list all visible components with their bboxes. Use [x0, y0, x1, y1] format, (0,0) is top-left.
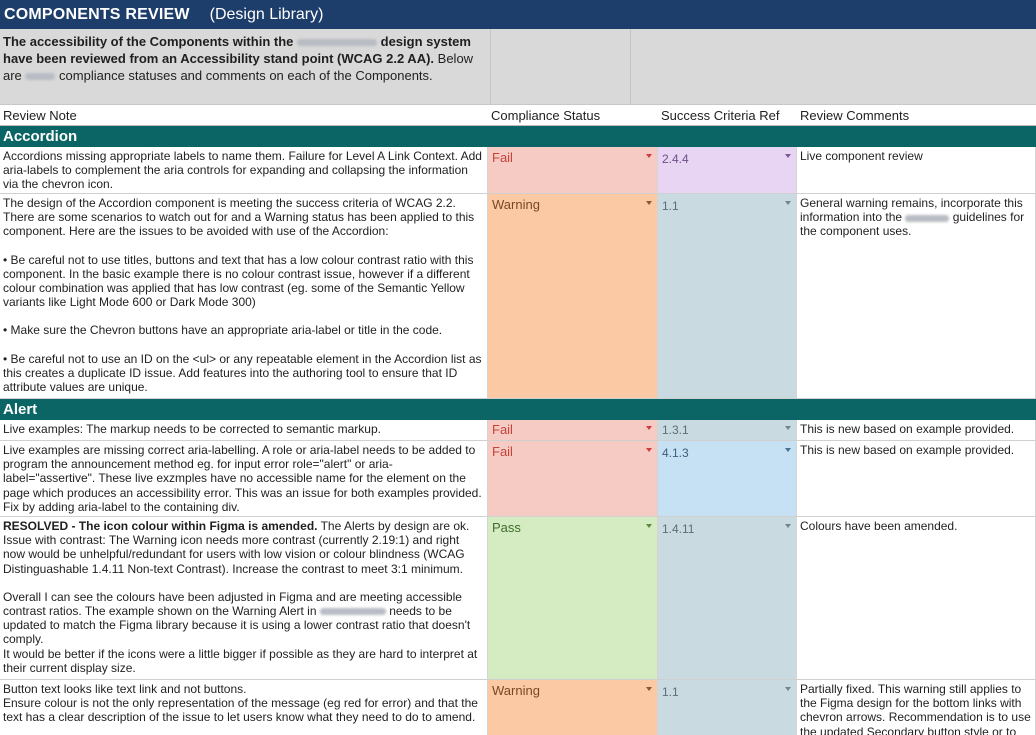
review-note-cell[interactable]: RESOLVED - The icon colour within Figma … — [0, 517, 488, 679]
note-paragraph: RESOLVED - The icon colour within Figma … — [3, 519, 484, 533]
dropdown-arrow-icon[interactable] — [646, 524, 652, 528]
review-note-cell[interactable]: The design of the Accordion component is… — [0, 194, 488, 398]
compliance-status-dropdown[interactable]: Warning — [488, 680, 658, 735]
intro-row: The accessibility of the Components with… — [0, 29, 1036, 105]
review-note-cell[interactable]: Accordions missing appropriate labels to… — [0, 147, 488, 193]
dropdown-arrow-icon[interactable] — [785, 687, 791, 691]
table-row: Accordions missing appropriate labels to… — [0, 147, 1036, 194]
dropdown-arrow-icon[interactable] — [785, 524, 791, 528]
dropdown-arrow-icon[interactable] — [646, 426, 652, 430]
review-comment-cell[interactable]: Partially fixed. This warning still appl… — [797, 680, 1036, 735]
section-accordion[interactable]: Accordion — [0, 126, 1036, 147]
criteria-value: 4.1.3 — [662, 446, 689, 460]
dropdown-arrow-icon[interactable] — [646, 154, 652, 158]
table-row: Live examples are missing correct aria-l… — [0, 441, 1036, 517]
intro-text-2: compliance statuses and comments on each… — [59, 68, 433, 83]
success-criteria-dropdown[interactable]: 2.4.4 — [658, 147, 797, 193]
note-text: The Alerts by design are ok. — [317, 519, 470, 533]
compliance-status-dropdown[interactable]: Fail — [488, 147, 658, 193]
header-review-note[interactable]: Review Note — [0, 108, 488, 125]
review-comment-cell[interactable]: Colours have been amended. — [797, 517, 1036, 679]
compliance-status-dropdown[interactable]: Fail — [488, 441, 658, 516]
table-row: Live examples: The markup needs to be co… — [0, 420, 1036, 441]
note-paragraph: It would be better if the icons were a l… — [3, 646, 478, 675]
dropdown-arrow-icon[interactable] — [646, 687, 652, 691]
review-comment-cell[interactable]: This is new based on example provided. — [797, 441, 1036, 516]
redacted-name — [297, 39, 377, 47]
status-value: Warning — [492, 197, 540, 212]
success-criteria-dropdown[interactable]: 1.3.1 — [658, 420, 797, 440]
page-title: COMPONENTS REVIEW — [4, 5, 190, 23]
header-review-comments[interactable]: Review Comments — [797, 108, 1036, 125]
dropdown-arrow-icon[interactable] — [646, 448, 652, 452]
status-value: Pass — [492, 520, 521, 535]
criteria-value: 1.1 — [662, 685, 679, 699]
compliance-status-dropdown[interactable]: Fail — [488, 420, 658, 440]
section-alert[interactable]: Alert — [0, 399, 1036, 420]
intro-empty-cell[interactable] — [491, 29, 631, 104]
criteria-value: 1.3.1 — [662, 423, 689, 437]
criteria-value: 2.4.4 — [662, 152, 689, 166]
intro-empty-cell[interactable] — [631, 29, 1036, 104]
spreadsheet: COMPONENTS REVIEW (Design Library) The a… — [0, 0, 1036, 735]
status-value: Warning — [492, 683, 540, 698]
review-comment-cell[interactable]: Live component review — [797, 147, 1036, 193]
success-criteria-dropdown[interactable]: 1.1 — [658, 680, 797, 735]
title-bar: COMPONENTS REVIEW (Design Library) — [0, 0, 1036, 29]
note-paragraph: Issue with contrast: The Warning icon ne… — [3, 533, 465, 576]
redacted-name — [319, 608, 386, 616]
note-paragraph: Button text looks like text link and not… — [3, 682, 247, 696]
dropdown-arrow-icon[interactable] — [785, 201, 791, 205]
note-paragraph: • Be careful not to use titles, buttons … — [3, 252, 474, 310]
dropdown-arrow-icon[interactable] — [785, 448, 791, 452]
review-comment-cell[interactable]: General warning remains, incorporate thi… — [797, 194, 1036, 398]
criteria-value: 1.4.11 — [662, 522, 695, 536]
table-row: The design of the Accordion component is… — [0, 194, 1036, 399]
intro-bold-1: The accessibility of the Components with… — [3, 34, 294, 49]
success-criteria-dropdown[interactable]: 1.4.11 — [658, 517, 797, 679]
note-paragraph: Ensure colour is not the only representa… — [3, 696, 478, 725]
dropdown-arrow-icon[interactable] — [785, 426, 791, 430]
note-paragraph: • Make sure the Chevron buttons have an … — [3, 323, 443, 338]
header-success-criteria[interactable]: Success Criteria Ref — [658, 108, 797, 125]
dropdown-arrow-icon[interactable] — [785, 154, 791, 158]
header-compliance-status[interactable]: Compliance Status — [488, 108, 658, 125]
column-header-row: Review Note Compliance Status Success Cr… — [0, 105, 1036, 126]
success-criteria-dropdown[interactable]: 4.1.3 — [658, 441, 797, 516]
note-paragraph: • Be careful not to use an ID on the <ul… — [3, 351, 482, 395]
table-row: RESOLVED - The icon colour within Figma … — [0, 517, 1036, 680]
review-note-cell[interactable]: Live examples: The markup needs to be co… — [0, 420, 488, 440]
success-criteria-dropdown[interactable]: 1.1 — [658, 194, 797, 398]
status-value: Fail — [492, 422, 513, 437]
criteria-value: 1.1 — [662, 199, 679, 213]
review-note-cell[interactable]: Live examples are missing correct aria-l… — [0, 441, 488, 516]
page-subtitle: (Design Library) — [209, 5, 324, 23]
status-value: Fail — [492, 150, 513, 165]
table-row: Button text looks like text link and not… — [0, 680, 1036, 735]
intro-cell[interactable]: The accessibility of the Components with… — [0, 29, 491, 104]
review-comment-cell[interactable]: This is new based on example provided. — [797, 420, 1036, 440]
compliance-status-dropdown[interactable]: Pass — [488, 517, 658, 679]
review-note-cell[interactable]: Button text looks like text link and not… — [0, 680, 488, 735]
compliance-status-dropdown[interactable]: Warning — [488, 194, 658, 398]
redacted-name — [905, 214, 950, 222]
note-paragraph: The design of the Accordion component is… — [3, 196, 475, 239]
dropdown-arrow-icon[interactable] — [646, 201, 652, 205]
resolved-label: RESOLVED - The icon colour within Figma … — [3, 519, 318, 533]
redacted-name — [25, 73, 56, 81]
note-paragraph: Overall I can see the colours have been … — [3, 590, 484, 647]
status-value: Fail — [492, 444, 513, 459]
